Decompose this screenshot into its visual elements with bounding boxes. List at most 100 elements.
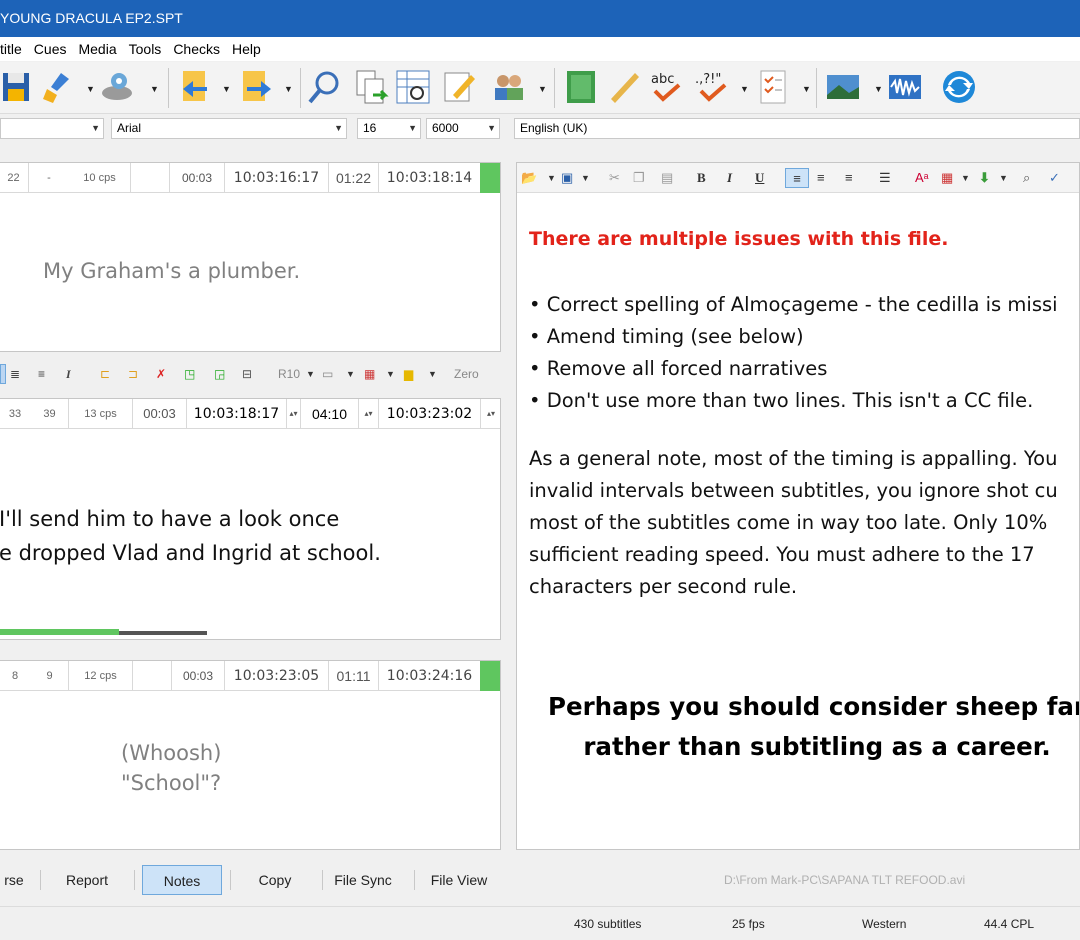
color-grid-icon[interactable]: ▦ bbox=[941, 168, 953, 188]
export-icon[interactable] bbox=[236, 68, 274, 106]
tab-copy[interactable]: Copy bbox=[242, 865, 308, 895]
duration-combo[interactable]: 6000 ▼ bbox=[426, 118, 500, 139]
tab-file-sync[interactable]: File Sync bbox=[330, 865, 396, 895]
dropdown-arrow-icon[interactable]: ▼ bbox=[999, 168, 1008, 188]
italic-icon[interactable]: I bbox=[66, 364, 71, 384]
size-combo[interactable]: 16 ▼ bbox=[357, 118, 421, 139]
menu-subtitle[interactable]: title bbox=[0, 41, 28, 57]
import-icon[interactable] bbox=[176, 68, 214, 106]
dropdown-arrow-icon[interactable]: ▼ bbox=[86, 84, 95, 94]
checklist-icon[interactable] bbox=[754, 68, 792, 106]
tab-notes[interactable]: Notes bbox=[142, 865, 222, 895]
menu-help[interactable]: Help bbox=[226, 41, 267, 57]
paste-icon[interactable]: ▤ bbox=[661, 168, 673, 188]
subtitle-panel-3[interactable]: 8 9 12 cps 00:03 10:03:23:05 01:11 10:03… bbox=[0, 660, 501, 850]
delete-icon[interactable]: ✗ bbox=[156, 364, 166, 384]
font-size-icon[interactable]: Aᵃ bbox=[915, 168, 929, 188]
dropdown-arrow-icon[interactable]: ▼ bbox=[346, 364, 355, 384]
tab-report[interactable]: Report bbox=[52, 865, 122, 895]
search-icon[interactable] bbox=[306, 68, 344, 106]
line-icon[interactable]: ▭ bbox=[322, 364, 333, 384]
subtitle-line[interactable]: I'll send him to have a look once bbox=[0, 507, 339, 531]
in-time[interactable]: 10:03:16:17 bbox=[225, 163, 329, 193]
copy-icon[interactable]: ❐ bbox=[633, 168, 645, 188]
ruler-icon[interactable] bbox=[606, 68, 644, 106]
dropdown-arrow-icon[interactable]: ▼ bbox=[581, 168, 590, 188]
punctuation-icon[interactable]: .,?!" bbox=[694, 68, 732, 106]
dropdown-arrow-icon[interactable]: ▼ bbox=[222, 84, 231, 94]
waveform-icon[interactable] bbox=[886, 68, 924, 106]
dropdown-arrow-icon[interactable]: ▼ bbox=[874, 84, 883, 94]
color-grid-icon[interactable]: ▦ bbox=[364, 364, 375, 384]
in-time[interactable]: 10:03:18:17 bbox=[187, 399, 287, 429]
grid-icon[interactable] bbox=[394, 68, 432, 106]
find-icon[interactable]: ⌕ bbox=[1023, 168, 1030, 188]
disk-icon[interactable] bbox=[98, 68, 136, 106]
highlight-icon[interactable]: ▆ bbox=[404, 364, 413, 384]
subtitle-panel-2[interactable]: 33 39 13 cps 00:03 10:03:18:17 ▴▾ 04:10 … bbox=[0, 398, 501, 640]
spellcheck-icon[interactable]: abc bbox=[648, 68, 686, 106]
cut-icon[interactable]: ✂ bbox=[609, 168, 620, 188]
gap-spinner[interactable]: ▴▾ bbox=[359, 399, 379, 429]
insert-after-icon[interactable]: ⊐ bbox=[128, 364, 138, 384]
align-right-icon[interactable]: ≡ bbox=[38, 364, 45, 384]
language-combo[interactable]: English (UK) bbox=[514, 118, 1080, 139]
list-icon[interactable]: ☰ bbox=[879, 168, 891, 188]
align-center-icon[interactable]: ≣ bbox=[10, 364, 20, 384]
subtitle-line[interactable]: e dropped Vlad and Ingrid at school. bbox=[0, 541, 381, 565]
dropdown-arrow-icon[interactable]: ▼ bbox=[547, 168, 556, 188]
r10-button[interactable]: R10 bbox=[278, 364, 300, 384]
save-icon[interactable] bbox=[0, 68, 38, 106]
edit-icon[interactable] bbox=[440, 68, 478, 106]
image-icon[interactable] bbox=[824, 68, 862, 106]
notes-text[interactable]: There are multiple issues with this file… bbox=[529, 223, 1079, 603]
split-icon[interactable]: ◲ bbox=[214, 364, 225, 384]
subtitle-panel-1[interactable]: 22 - 10 cps 00:03 10:03:16:17 01:22 10:0… bbox=[0, 162, 501, 352]
zero-button[interactable]: Zero bbox=[454, 364, 479, 384]
tab-reverse[interactable]: rse bbox=[0, 865, 28, 895]
notes-panel[interactable]: 📂 ▼ ▣ ▼ ✂ ❐ ▤ B I U ≡ ≡ ≡ ☰ Aᵃ ▦ ▼ ⬇ ▼ ⌕… bbox=[516, 162, 1080, 850]
gap-value[interactable]: 04:10 bbox=[301, 399, 359, 429]
in-time[interactable]: 10:03:23:05 bbox=[225, 661, 329, 691]
dropdown-arrow-icon[interactable]: ▼ bbox=[150, 84, 159, 94]
style-combo[interactable]: ▼ bbox=[0, 118, 104, 139]
merge-icon[interactable]: ◳ bbox=[184, 364, 195, 384]
spellcheck-icon[interactable]: ✓ bbox=[1049, 168, 1060, 188]
bold-icon[interactable]: B bbox=[697, 168, 706, 188]
users-icon[interactable] bbox=[490, 68, 528, 106]
justify-icon[interactable]: ≡ bbox=[845, 168, 853, 188]
copy-icon[interactable] bbox=[352, 68, 390, 106]
dropdown-arrow-icon[interactable]: ▼ bbox=[386, 364, 395, 384]
out-time[interactable]: 10:03:23:02 bbox=[379, 399, 481, 429]
insert-down-icon[interactable]: ⬇ bbox=[979, 168, 990, 188]
dropdown-arrow-icon[interactable]: ▼ bbox=[284, 84, 293, 94]
open-folder-icon[interactable]: 📂 bbox=[521, 168, 537, 188]
out-time-spinner[interactable]: ▴▾ bbox=[481, 399, 501, 429]
clean-icon[interactable] bbox=[40, 68, 78, 106]
in-time-spinner[interactable]: ▴▾ bbox=[287, 399, 301, 429]
refresh-icon[interactable] bbox=[940, 68, 978, 106]
menu-tools[interactable]: Tools bbox=[123, 41, 168, 57]
book-icon[interactable] bbox=[562, 68, 600, 106]
box-icon[interactable]: ⊟ bbox=[242, 364, 252, 384]
dropdown-arrow-icon[interactable]: ▼ bbox=[740, 84, 749, 94]
font-combo[interactable]: Arial ▼ bbox=[111, 118, 347, 139]
underline-icon[interactable]: U bbox=[755, 168, 764, 188]
menu-cues[interactable]: Cues bbox=[28, 41, 73, 57]
out-time[interactable]: 10:03:24:16 bbox=[379, 661, 481, 691]
italic-icon[interactable]: I bbox=[727, 168, 732, 188]
dropdown-arrow-icon[interactable]: ▼ bbox=[428, 364, 437, 384]
tab-file-view[interactable]: File View bbox=[424, 865, 494, 895]
dropdown-arrow-icon[interactable]: ▼ bbox=[538, 84, 547, 94]
dropdown-arrow-icon[interactable]: ▼ bbox=[961, 168, 970, 188]
menu-checks[interactable]: Checks bbox=[167, 41, 226, 57]
insert-before-icon[interactable]: ⊏ bbox=[100, 364, 110, 384]
save-icon[interactable]: ▣ bbox=[561, 168, 573, 188]
dropdown-arrow-icon[interactable]: ▼ bbox=[802, 84, 811, 94]
align-center-icon[interactable]: ≡ bbox=[817, 168, 825, 188]
align-left-icon[interactable]: ≡ bbox=[785, 168, 809, 188]
dropdown-arrow-icon[interactable]: ▼ bbox=[306, 364, 315, 384]
align-left-button[interactable] bbox=[0, 364, 6, 384]
out-time[interactable]: 10:03:18:14 bbox=[379, 163, 481, 193]
menu-media[interactable]: Media bbox=[72, 41, 122, 57]
